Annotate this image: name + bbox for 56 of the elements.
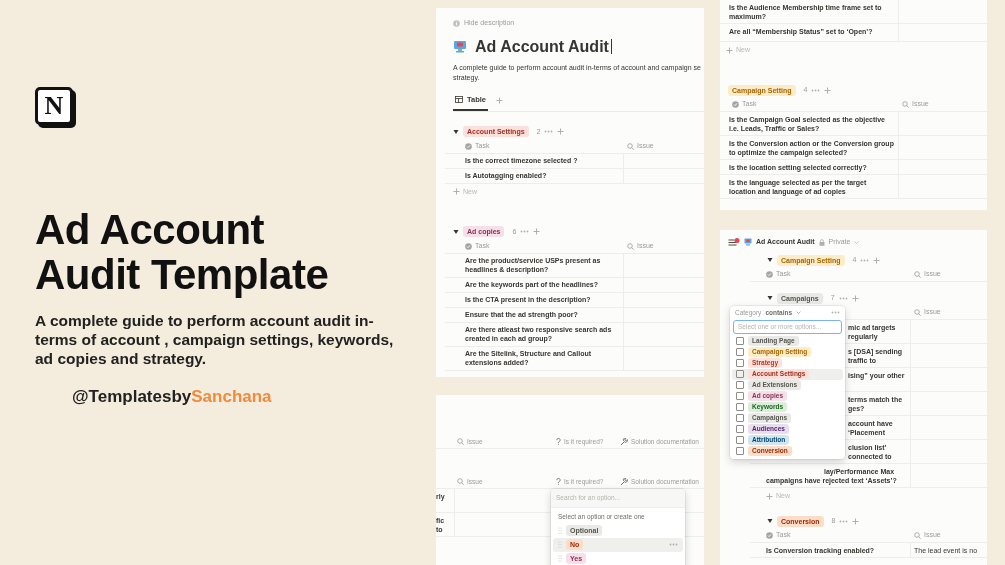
search-icon <box>627 242 634 250</box>
triangle-icon[interactable] <box>767 295 773 301</box>
chevron-icon <box>796 311 802 315</box>
triangle-icon[interactable] <box>453 228 459 235</box>
wrench-icon <box>620 437 628 446</box>
checkbox[interactable] <box>736 414 744 422</box>
check-circle-icon <box>766 271 773 278</box>
chevron-icon <box>854 240 860 244</box>
check-circle-icon <box>465 242 472 250</box>
checkbox[interactable] <box>736 403 744 411</box>
hero-subtitle: A complete guide to perform account audit in-terms of account , campaign settings, keywords, ad copies and strategy. <box>35 311 395 368</box>
table-icon <box>455 95 463 103</box>
plus-icon[interactable] <box>496 97 504 105</box>
logo: N <box>35 87 73 125</box>
triangle-icon[interactable] <box>767 518 773 524</box>
plus-icon[interactable] <box>533 228 541 236</box>
search-icon <box>457 478 464 485</box>
wrench-icon <box>620 477 628 486</box>
check-circle-icon <box>766 532 773 539</box>
plus-icon[interactable] <box>851 294 859 302</box>
page-title: Ad Account Audit <box>475 36 609 57</box>
search-icon <box>627 142 634 150</box>
menu-icon[interactable] <box>728 237 740 247</box>
author-handle: @TemplatesbySanchana <box>72 386 273 408</box>
search-icon <box>914 532 921 539</box>
plus-icon[interactable] <box>726 46 733 54</box>
hero-title: Ad Account Audit Template <box>35 207 330 297</box>
monitor-icon <box>744 238 752 246</box>
plus-icon[interactable] <box>453 188 460 196</box>
search-icon <box>914 271 921 278</box>
plus-icon[interactable] <box>852 517 860 525</box>
plus-icon[interactable] <box>873 256 881 264</box>
lock-icon <box>818 238 825 246</box>
triangle-icon[interactable] <box>767 257 773 263</box>
search-icon <box>457 438 464 445</box>
search-icon <box>902 101 909 108</box>
check-circle-icon <box>465 142 472 150</box>
search-icon <box>914 309 921 316</box>
checkbox[interactable] <box>736 359 744 367</box>
question-icon <box>556 478 561 485</box>
checkbox[interactable] <box>736 381 744 389</box>
checkbox[interactable] <box>736 425 744 433</box>
info-icon <box>453 19 460 27</box>
checkbox[interactable] <box>736 447 744 455</box>
checkbox[interactable] <box>736 392 744 400</box>
monitor-icon <box>453 40 467 53</box>
checkbox[interactable] <box>736 337 744 345</box>
question-icon <box>556 438 561 445</box>
checkbox[interactable] <box>736 370 744 378</box>
triangle-icon[interactable] <box>453 128 459 135</box>
check-circle-icon <box>732 101 739 108</box>
checkbox[interactable] <box>736 436 744 444</box>
plus-icon[interactable] <box>557 128 565 136</box>
plus-icon[interactable] <box>824 86 832 94</box>
plus-icon[interactable] <box>766 492 773 500</box>
checkbox[interactable] <box>736 348 744 356</box>
